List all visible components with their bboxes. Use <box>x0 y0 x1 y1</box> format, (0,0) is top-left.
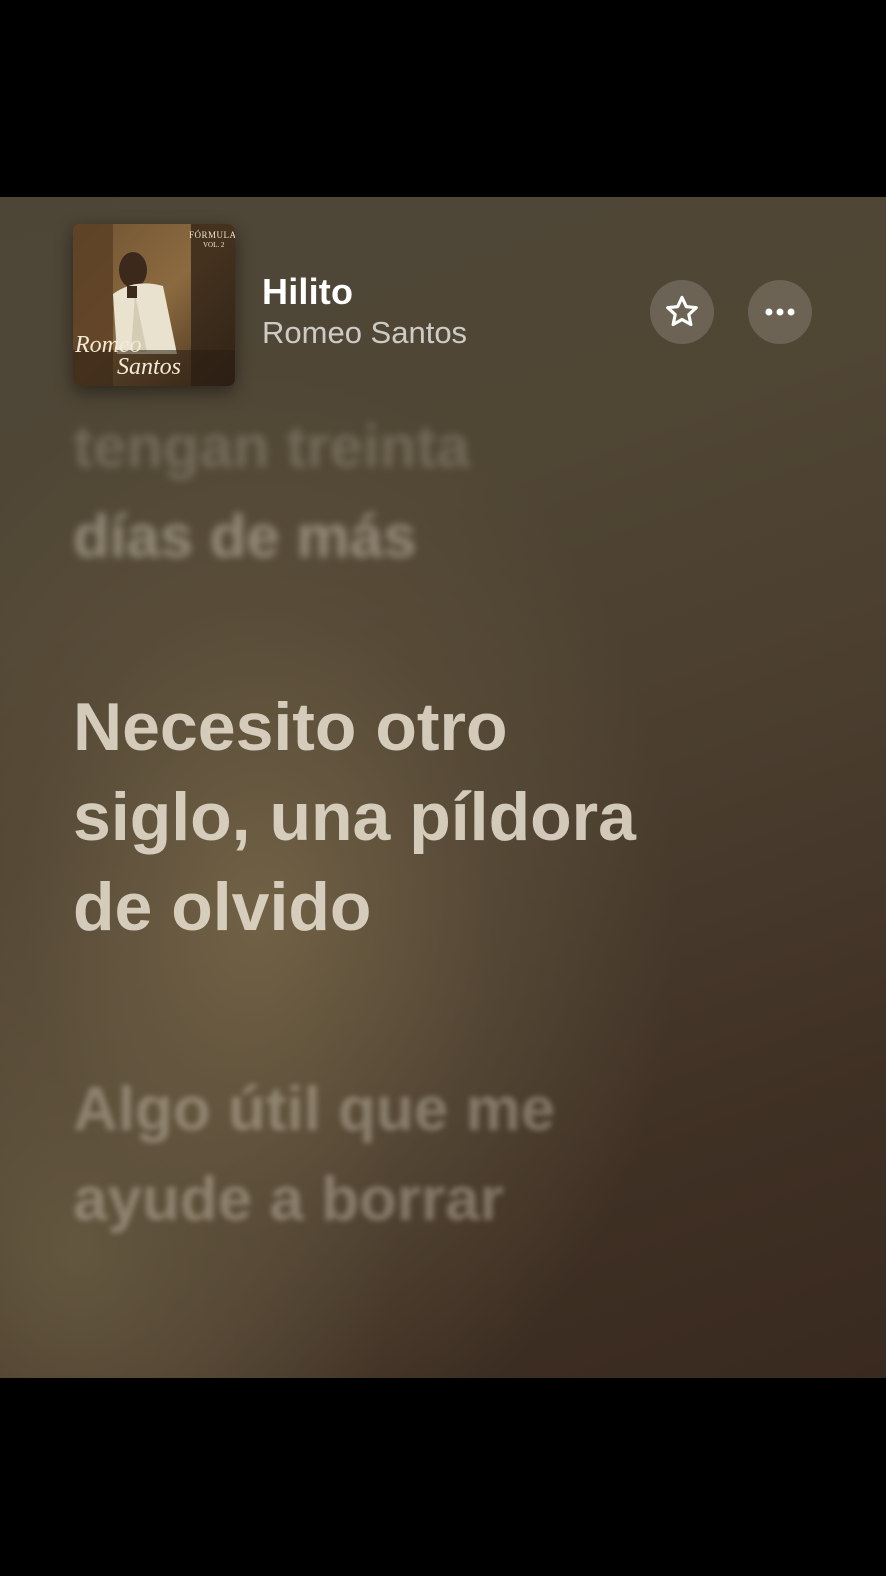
lyrics-screen: FÓRMULA VOL. 2 Romeo Santos Hilito Romeo… <box>0 197 886 1378</box>
lyric-line-previous[interactable]: tengan treinta <box>73 402 470 492</box>
artist-name[interactable]: Romeo Santos <box>262 315 467 351</box>
now-playing-header: FÓRMULA VOL. 2 Romeo Santos Hilito Romeo… <box>0 197 886 397</box>
lyric-line-previous[interactable]: días de más <box>73 492 417 582</box>
ellipsis-icon <box>765 308 795 316</box>
favorite-button[interactable] <box>650 280 714 344</box>
lyric-line-current[interactable]: de olvido <box>73 862 371 952</box>
album-artwork[interactable]: FÓRMULA VOL. 2 Romeo Santos <box>73 224 235 386</box>
song-title: Hilito <box>262 271 354 312</box>
lyric-line-current[interactable]: Necesito otro <box>73 682 508 772</box>
lyric-line-current[interactable]: siglo, una píldora <box>73 772 636 862</box>
lyric-line-next[interactable]: Algo útil que me <box>73 1065 555 1155</box>
artwork-text-formula: FÓRMULA <box>189 230 235 240</box>
more-options-button[interactable] <box>748 280 812 344</box>
lyric-line-next[interactable]: ayude a borrar <box>73 1155 504 1245</box>
artwork-text-santos: Santos <box>117 354 182 380</box>
star-icon <box>666 295 698 327</box>
artwork-text-volume: VOL. 2 <box>203 241 225 249</box>
